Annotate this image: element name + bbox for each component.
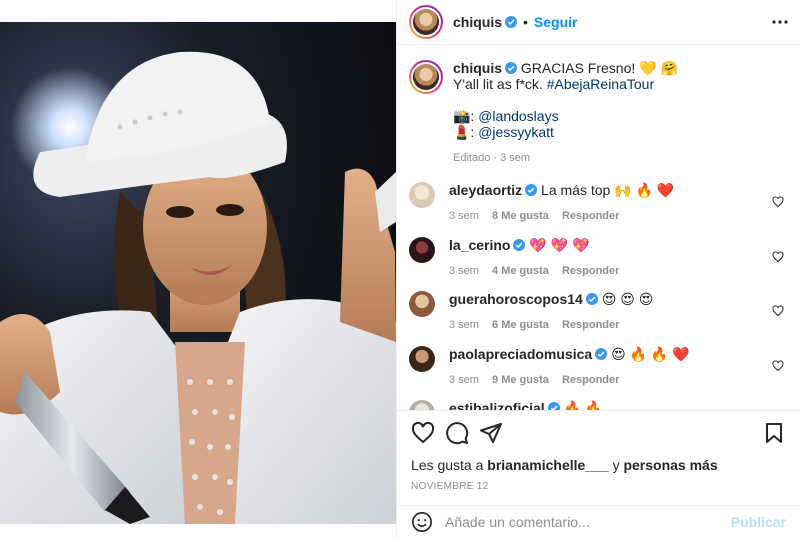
comment-likes[interactable]: 6 Me gusta xyxy=(492,319,549,331)
post-photo-art xyxy=(0,22,396,524)
caption-text: chiquis GRACIAS Fresno! 💛 🤗 Y'all lit as… xyxy=(453,60,773,166)
caption-line2: Y'all lit as f*ck. xyxy=(453,76,547,92)
credit1-label: 📸: xyxy=(453,108,479,124)
comment-item: aleydaortiz La más top 🙌 🔥 ❤️ 3 sem 8 Me… xyxy=(409,178,788,233)
comment-time: 3 sem xyxy=(449,373,479,386)
others-link[interactable]: personas más xyxy=(623,457,717,473)
comment-heart-icon[interactable] xyxy=(772,196,784,208)
comment-item: estibalizoficial 🔥 🔥 xyxy=(409,396,788,410)
header-separator: • xyxy=(523,14,528,30)
comment-avatar[interactable] xyxy=(409,400,435,410)
comment-text: 😍 🔥 🔥 ❤️ xyxy=(611,345,690,362)
heart-icon[interactable] xyxy=(411,421,435,445)
caption-meta: Editado · 3 sem xyxy=(453,152,531,164)
add-comment-bar: Añade un comentario... Publicar xyxy=(397,505,800,538)
comment-text: 😍 😍 😍 xyxy=(601,291,654,307)
verified-badge-icon xyxy=(595,347,608,360)
caption-line1: GRACIAS Fresno! 💛 🤗 xyxy=(520,60,678,76)
comment-username[interactable]: estibalizoficial xyxy=(449,400,545,410)
publish-button[interactable]: Publicar xyxy=(731,514,786,530)
post-date: NOVIEMBRE 12 xyxy=(411,481,489,492)
comment-heart-icon[interactable] xyxy=(772,359,784,372)
comment-time: 3 sem xyxy=(449,210,479,222)
author-avatar[interactable] xyxy=(409,5,443,39)
comments-section[interactable]: chiquis GRACIAS Fresno! 💛 🤗 Y'all lit as… xyxy=(397,46,800,410)
comment-likes[interactable]: 9 Me gusta xyxy=(492,374,549,386)
reply-button[interactable]: Responder xyxy=(562,210,619,222)
comment-item: paolapreciadomusica 😍 🔥 🔥 ❤️ 3 sem 9 Me … xyxy=(409,342,788,397)
comment-avatar[interactable] xyxy=(409,345,435,372)
comment-username[interactable]: guerahoroscopos14 xyxy=(449,291,583,307)
likes-prefix: Les gusta a xyxy=(411,457,488,473)
comment-text: 💖 💖 💖 xyxy=(529,236,590,253)
comment-heart-icon[interactable] xyxy=(772,250,784,263)
comment-likes[interactable]: 8 Me gusta xyxy=(492,210,549,222)
emoji-smile-icon[interactable] xyxy=(411,511,433,533)
comment-time: 3 sem xyxy=(449,264,479,277)
comment-input[interactable]: Añade un comentario... xyxy=(445,514,731,530)
post-photo[interactable] xyxy=(0,22,396,524)
bookmark-icon[interactable] xyxy=(762,421,786,445)
action-bar: Les gusta a brianamichelle___ y personas… xyxy=(397,410,800,505)
hashtag-link[interactable]: #AbejaReinaTour xyxy=(547,76,654,92)
verified-badge-icon xyxy=(547,402,560,410)
post-header: chiquis • Seguir xyxy=(397,0,800,45)
likes-middle: y xyxy=(608,457,624,473)
comment-item: la_cerino 💖 💖 💖 3 sem 4 Me gusta Respond… xyxy=(409,233,788,288)
comment-avatar[interactable] xyxy=(409,291,435,317)
author-username[interactable]: chiquis xyxy=(453,14,502,30)
comment-heart-icon[interactable] xyxy=(772,305,784,317)
verified-badge-icon xyxy=(505,16,518,28)
credit2-link[interactable]: @jessyykatt xyxy=(478,124,554,140)
comment-text: La más top 🙌 🔥 ❤️ xyxy=(541,182,675,198)
comment-text: 🔥 🔥 xyxy=(563,400,603,410)
verified-badge-icon xyxy=(525,184,538,196)
comment-avatar[interactable] xyxy=(409,236,435,263)
verified-badge-icon xyxy=(513,238,526,251)
likes-summary: Les gusta a brianamichelle___ y personas… xyxy=(411,457,786,473)
caption-username[interactable]: chiquis xyxy=(453,60,502,76)
photo-panel xyxy=(0,0,396,538)
post-details-panel: chiquis • Seguir chiquis GRACIAS Fresno!… xyxy=(396,0,800,538)
reply-button[interactable]: Responder xyxy=(562,374,619,386)
follow-button[interactable]: Seguir xyxy=(534,14,578,30)
more-options-icon[interactable] xyxy=(770,12,790,32)
comment-avatar[interactable] xyxy=(409,182,435,208)
reply-button[interactable]: Responder xyxy=(562,319,619,331)
caption-avatar[interactable] xyxy=(409,60,443,94)
comment-item: guerahoroscopos14 😍 😍 😍 3 sem 6 Me gusta… xyxy=(409,287,788,342)
reply-button[interactable]: Responder xyxy=(562,265,619,277)
credit1-link[interactable]: @landoslays xyxy=(478,108,558,124)
paper-plane-icon[interactable] xyxy=(479,421,503,445)
verified-badge-icon xyxy=(505,62,518,74)
comment-username[interactable]: aleydaortiz xyxy=(449,182,522,198)
verified-badge-icon xyxy=(585,293,598,305)
credit2-label: 💄: xyxy=(453,124,479,140)
comment-likes[interactable]: 4 Me gusta xyxy=(492,265,549,277)
liker-username[interactable]: brianamichelle___ xyxy=(487,457,608,473)
comment-bubble-icon[interactable] xyxy=(445,421,469,445)
post-caption: chiquis GRACIAS Fresno! 💛 🤗 Y'all lit as… xyxy=(409,46,788,166)
comment-username[interactable]: paolapreciadomusica xyxy=(449,346,592,362)
comment-time: 3 sem xyxy=(449,319,479,331)
comment-username[interactable]: la_cerino xyxy=(449,237,510,253)
